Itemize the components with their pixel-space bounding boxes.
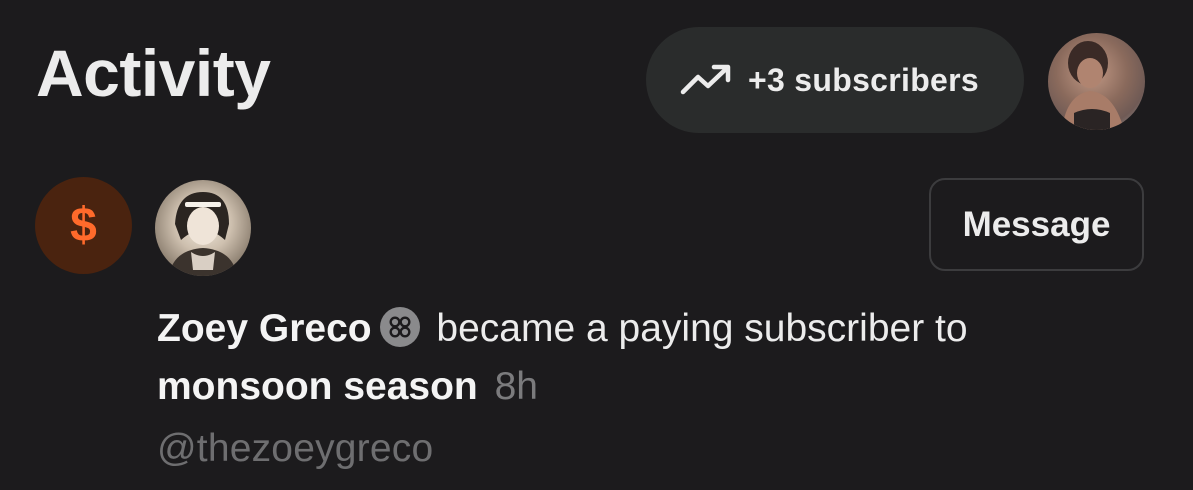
user-handle: @thezoeygreco xyxy=(157,427,434,470)
subscribers-pill-button[interactable]: +3 subscribers xyxy=(646,27,1024,133)
page-title: Activity xyxy=(36,36,271,110)
user-avatar[interactable] xyxy=(1048,33,1145,130)
trending-up-icon xyxy=(680,62,734,98)
message-button[interactable]: Message xyxy=(929,178,1144,271)
timestamp: 8h xyxy=(494,365,538,408)
user-name-link[interactable]: Zoey Greco xyxy=(157,307,372,350)
action-text: became a paying subscriber to xyxy=(436,307,968,350)
subscribers-count-label: +3 subscribers xyxy=(748,61,979,98)
dollar-icon: $ xyxy=(35,177,132,274)
publication-link[interactable]: monsoon season xyxy=(157,365,478,408)
zoey-greco-avatar[interactable] xyxy=(155,180,251,276)
activity-description: Zoey Greco became a paying subscriber to… xyxy=(157,300,1167,416)
subscriber-badge-icon xyxy=(379,307,420,347)
